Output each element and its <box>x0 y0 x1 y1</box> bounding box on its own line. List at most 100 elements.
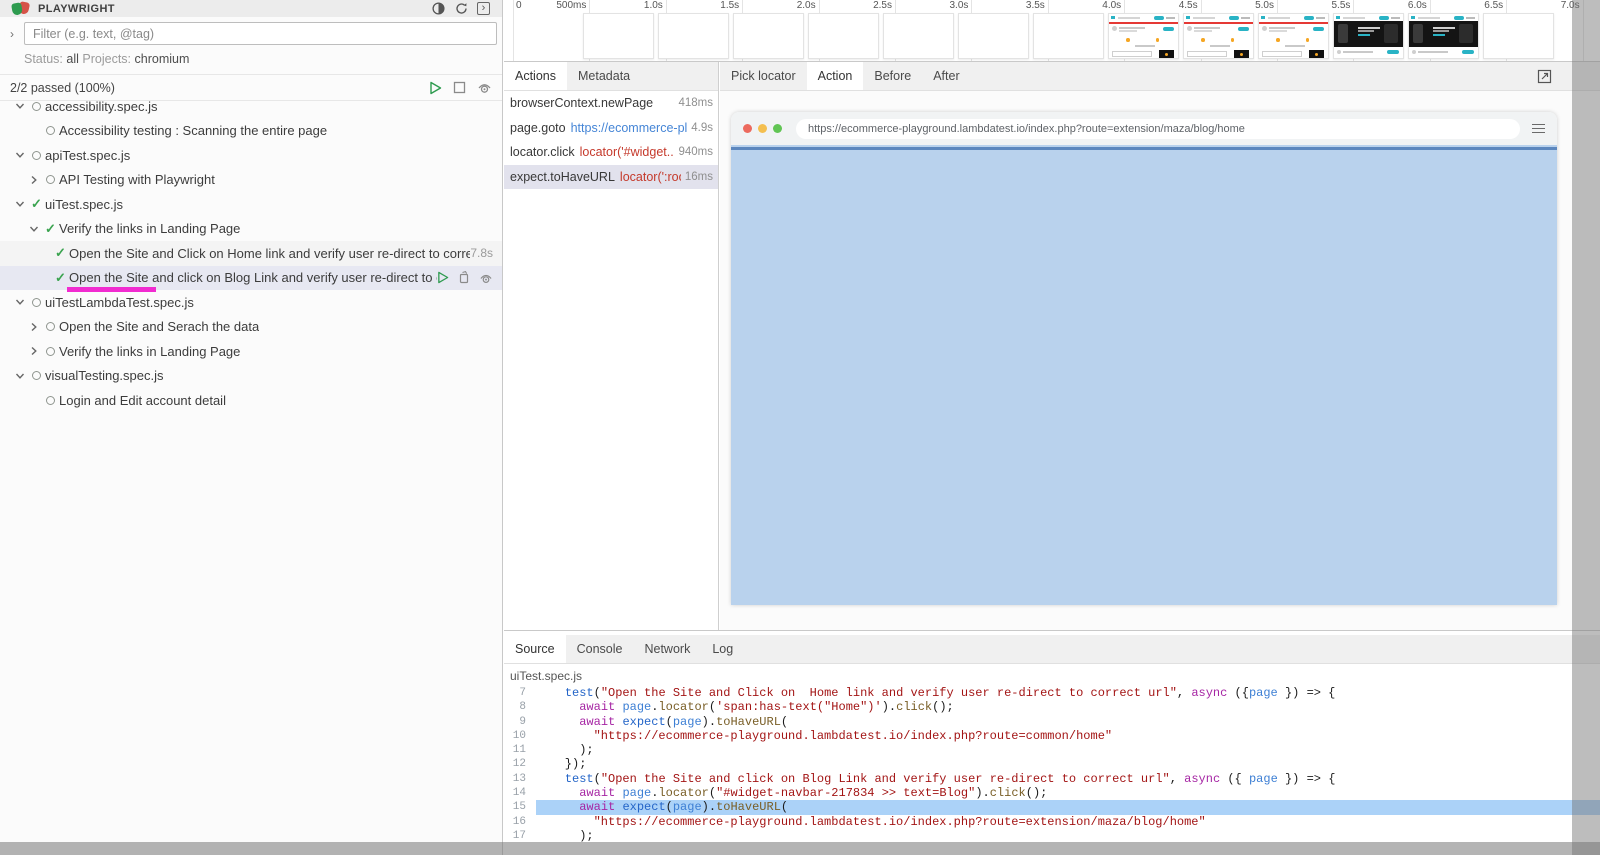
open-external-icon[interactable] <box>1537 69 1552 84</box>
source-line[interactable]: 13 test("Open the Site and click on Blog… <box>504 772 1600 786</box>
not-run-circle-icon <box>28 371 45 381</box>
show-source-icon[interactable] <box>458 271 470 284</box>
line-code: test("Open the Site and click on Blog Li… <box>564 771 1336 786</box>
traffic-zoom-icon <box>773 124 782 133</box>
chevron-down-icon[interactable] <box>12 101 28 111</box>
tab-after[interactable]: After <box>922 62 970 90</box>
film-strip-frame[interactable] <box>733 13 804 59</box>
test-item-label: Verify the links in Landing Page <box>59 343 241 359</box>
source-line[interactable]: 8 await page.locator('span:has-text("Hom… <box>504 700 1600 714</box>
source-line[interactable]: 14 await page.locator("#widget-navbar-21… <box>504 786 1600 800</box>
tab-log[interactable]: Log <box>701 635 744 663</box>
test-tree-item[interactable]: apiTest.spec.js <box>0 143 502 168</box>
action-duration: 4.9s <box>691 121 713 134</box>
tab-actions[interactable]: Actions <box>504 62 567 90</box>
theme-toggle-icon[interactable] <box>431 2 445 16</box>
source-panel: Source Console Network Log uiTest.spec.js 7… <box>504 630 1600 855</box>
line-number: 15 <box>512 801 526 814</box>
film-strip-frame[interactable] <box>883 13 954 59</box>
tab-action[interactable]: Action <box>806 62 864 90</box>
film-strip-frame[interactable] <box>1108 13 1179 59</box>
test-tree-item[interactable]: Verify the links in Landing Page <box>0 339 502 364</box>
chevron-down-icon[interactable] <box>12 199 28 209</box>
line-number: 7 <box>519 687 526 699</box>
source-line[interactable]: 9 await expect(page).toHaveURL( <box>504 715 1600 729</box>
stop-button[interactable] <box>453 81 466 94</box>
browser-chrome: https://ecommerce-playground.lambdatest.… <box>731 112 1557 145</box>
timeline-tick-label: 2.0s <box>796 0 816 11</box>
test-tree-item[interactable]: Login and Edit account detail <box>0 388 502 413</box>
filter-status-line[interactable]: Status: all Projects: chromium <box>24 52 502 66</box>
tab-before[interactable]: Before <box>863 62 922 90</box>
watch-test-icon[interactable] <box>479 272 493 284</box>
test-tree-item[interactable]: API Testing with Playwright <box>0 168 502 193</box>
snapshot-page-content[interactable] <box>731 145 1557 605</box>
line-code: "https://ecommerce-playground.lambdatest… <box>593 814 1206 829</box>
test-item-label: Accessibility testing : Scanning the ent… <box>59 123 328 139</box>
film-strip-frame[interactable] <box>1183 13 1254 59</box>
source-line[interactable]: 16 "https://ecommerce-playground.lambdat… <box>504 815 1600 829</box>
action-list-item[interactable]: locator.click locator('#widget... 940ms <box>504 140 718 165</box>
status-value[interactable]: all <box>66 52 79 66</box>
timeline-tick-label: 3.0s <box>949 0 969 11</box>
tab-network[interactable]: Network <box>633 635 701 663</box>
test-tree-item[interactable]: Open the Site and Serach the data <box>0 315 502 340</box>
action-list-item[interactable]: expect.toHaveURL locator(':roo...16ms <box>504 164 718 189</box>
chevron-down-icon[interactable] <box>12 371 28 381</box>
test-item-label: Open the Site and Click on Home link and… <box>69 245 471 261</box>
source-line-highlighted[interactable]: 15 await expect(page).toHaveURL( <box>504 800 1600 815</box>
tab-source[interactable]: Source <box>504 635 566 663</box>
film-strip-frame[interactable] <box>1408 13 1479 59</box>
test-tree-item[interactable]: ✓ Open the Site and Click on Home link an… <box>0 241 502 266</box>
chevron-right-icon[interactable] <box>26 346 42 356</box>
source-line[interactable]: 12 }); <box>504 757 1600 771</box>
action-list-item[interactable]: browserContext.newPage 418ms <box>504 91 718 116</box>
run-test-button[interactable] <box>437 271 449 284</box>
tab-pick-locator[interactable]: Pick locator <box>720 62 807 90</box>
timeline-tick-label: 4.0s <box>1102 0 1122 11</box>
reload-icon[interactable] <box>454 2 468 16</box>
source-line[interactable]: 7 test("Open the Site and Click on Home … <box>504 686 1600 700</box>
film-strip-frame[interactable] <box>658 13 729 59</box>
collapse-sidebar-icon[interactable]: › <box>477 2 490 15</box>
source-line[interactable]: 10 "https://ecommerce-playground.lambdat… <box>504 729 1600 743</box>
test-item-label: visualTesting.spec.js <box>45 368 164 384</box>
page-topbar-stripe <box>731 147 1557 150</box>
chevron-down-icon[interactable] <box>26 224 42 234</box>
tab-metadata[interactable]: Metadata <box>567 62 641 90</box>
chevron-right-icon[interactable] <box>26 175 42 185</box>
test-tree-item[interactable]: ✓ uiTest.spec.js <box>0 192 502 217</box>
test-tree-item[interactable]: visualTesting.spec.js <box>0 364 502 389</box>
source-code-view[interactable]: 7 test("Open the Site and Click on Home … <box>504 686 1600 843</box>
projects-label: Projects: <box>82 52 132 66</box>
filter-expand-icon[interactable]: › <box>0 27 24 41</box>
timeline-tick-label: 6.0s <box>1407 0 1427 11</box>
film-strip-frame[interactable] <box>1258 13 1329 59</box>
film-strip-frame[interactable] <box>1333 13 1404 59</box>
test-tree-item[interactable]: Accessibility testing : Scanning the ent… <box>0 119 502 144</box>
window-scrollbar-right[interactable] <box>1572 0 1600 855</box>
source-line[interactable]: 11 ); <box>504 743 1600 757</box>
watch-all-icon[interactable] <box>477 81 492 94</box>
chevron-down-icon[interactable] <box>12 150 28 160</box>
test-tree-item[interactable]: uiTestLambdaTest.spec.js <box>0 290 502 315</box>
action-name: expect.toHaveURL <box>510 169 615 184</box>
trace-timeline[interactable]: 0 500ms 1.0s 1.5s 2.0s 2.5s 3.0s 3.5s 4.0s 4.5s 5.… <box>504 0 1600 62</box>
film-strip-frame[interactable] <box>808 13 879 59</box>
action-list-item[interactable]: page.goto https://ecommerce-pl... 4.9s <box>504 116 718 141</box>
projects-value[interactable]: chromium <box>135 52 190 66</box>
test-tree-item[interactable]: ✓ Open the Site and click on Blog Link an… <box>0 265 502 292</box>
run-all-button[interactable] <box>429 81 442 95</box>
film-strip-frame[interactable] <box>958 13 1029 59</box>
film-strip-frame[interactable] <box>1033 13 1104 59</box>
test-tree-item[interactable]: accessibility.spec.js <box>0 94 502 119</box>
not-run-circle-icon <box>42 175 59 185</box>
chevron-down-icon[interactable] <box>12 297 28 307</box>
tab-console[interactable]: Console <box>566 635 634 663</box>
test-tree-item[interactable]: ✓ Verify the links in Landing Page <box>0 217 502 242</box>
chevron-right-icon[interactable] <box>26 322 42 332</box>
window-scrollbar-bottom[interactable] <box>0 842 1600 855</box>
film-strip-frame[interactable] <box>583 13 654 59</box>
film-strip-frame[interactable] <box>1483 13 1554 59</box>
filter-input[interactable] <box>24 22 497 45</box>
